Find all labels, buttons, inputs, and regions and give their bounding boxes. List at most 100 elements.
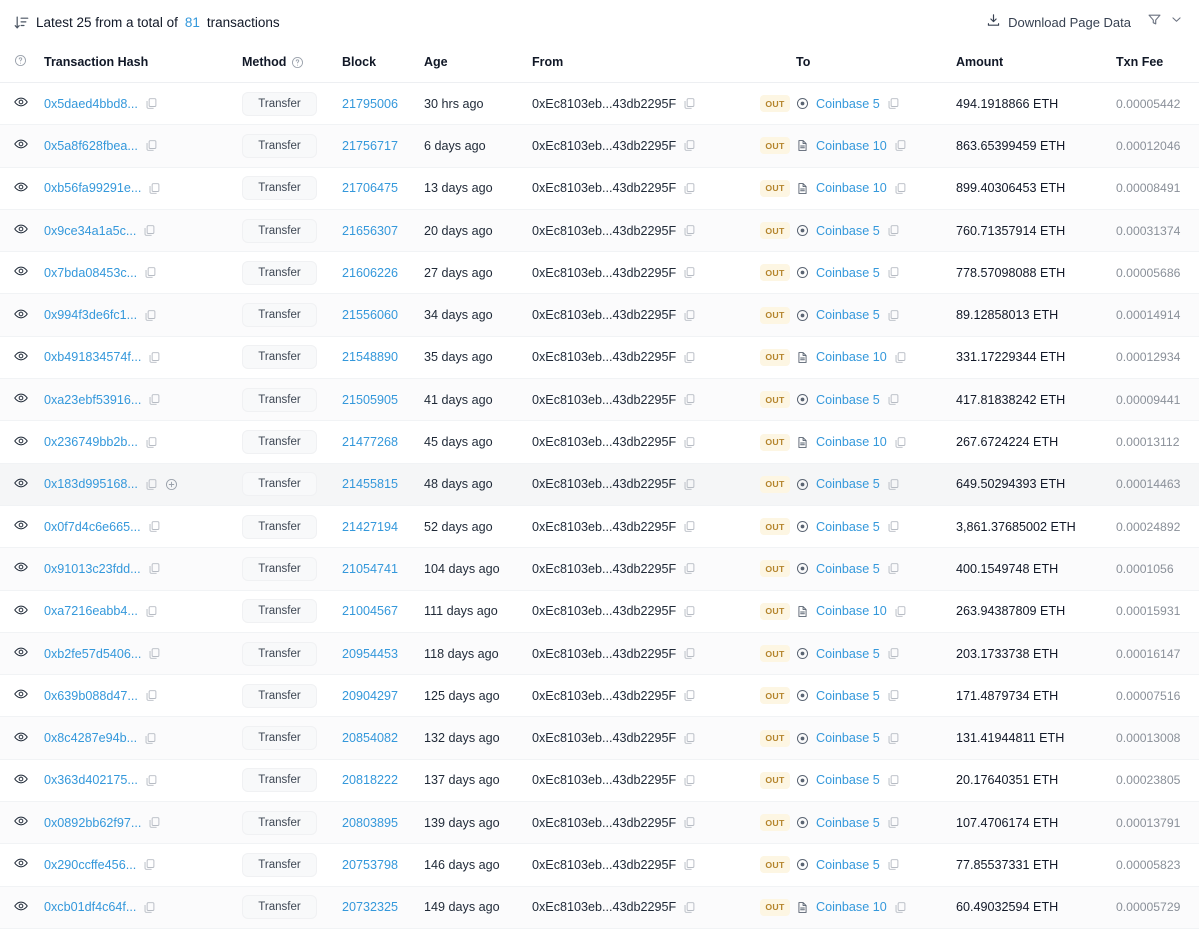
eye-icon[interactable] bbox=[14, 560, 28, 574]
copy-icon[interactable] bbox=[683, 520, 696, 533]
block-number-link[interactable]: 20803895 bbox=[342, 816, 398, 830]
transaction-hash-link[interactable]: 0x0f7d4c6e665... bbox=[44, 520, 141, 534]
eye-icon[interactable] bbox=[14, 349, 28, 363]
table-row[interactable]: 0x639b088d47...Transfer20904297125 days … bbox=[0, 675, 1199, 717]
from-address[interactable]: 0xEc8103eb...43db2295F bbox=[532, 139, 676, 153]
to-address-link[interactable]: Coinbase 5 bbox=[816, 773, 880, 787]
table-row[interactable]: 0x9ce34a1a5c...Transfer2165630720 days a… bbox=[0, 209, 1199, 251]
copy-icon[interactable] bbox=[683, 774, 696, 787]
from-address[interactable]: 0xEc8103eb...43db2295F bbox=[532, 350, 676, 364]
from-address[interactable]: 0xEc8103eb...43db2295F bbox=[532, 224, 676, 238]
transaction-hash-link[interactable]: 0xcb01df4c64f... bbox=[44, 900, 136, 914]
filter-dropdown[interactable] bbox=[1147, 12, 1183, 32]
transaction-hash-link[interactable]: 0x183d995168... bbox=[44, 477, 138, 491]
table-row[interactable]: 0x8c4287e94b...Transfer20854082132 days … bbox=[0, 717, 1199, 759]
transaction-hash-link[interactable]: 0xb2fe57d5406... bbox=[44, 647, 141, 661]
copy-icon[interactable] bbox=[894, 605, 907, 618]
transaction-hash-link[interactable]: 0x639b088d47... bbox=[44, 689, 138, 703]
block-number-link[interactable]: 20753798 bbox=[342, 858, 398, 872]
copy-icon[interactable] bbox=[144, 266, 157, 279]
column-header-amount[interactable]: Amount bbox=[950, 44, 1110, 83]
table-row[interactable]: 0x363d402175...Transfer20818222137 days … bbox=[0, 759, 1199, 801]
transaction-hash-link[interactable]: 0xa23ebf53916... bbox=[44, 393, 141, 407]
copy-icon[interactable] bbox=[887, 647, 900, 660]
table-row[interactable]: 0xcb01df4c64f...Transfer20732325149 days… bbox=[0, 886, 1199, 928]
copy-icon[interactable] bbox=[148, 816, 161, 829]
transaction-hash-link[interactable]: 0x7bda08453c... bbox=[44, 266, 137, 280]
block-number-link[interactable]: 20954453 bbox=[342, 647, 398, 661]
method-badge[interactable]: Transfer bbox=[242, 642, 317, 666]
table-row[interactable]: 0x7bda08453c...Transfer2160622627 days a… bbox=[0, 252, 1199, 294]
from-address[interactable]: 0xEc8103eb...43db2295F bbox=[532, 816, 676, 830]
block-number-link[interactable]: 21054741 bbox=[342, 562, 398, 576]
to-address-link[interactable]: Coinbase 10 bbox=[816, 350, 887, 364]
column-header-method[interactable]: Method bbox=[236, 44, 336, 83]
eye-icon[interactable] bbox=[14, 307, 28, 321]
copy-icon[interactable] bbox=[683, 266, 696, 279]
from-address[interactable]: 0xEc8103eb...43db2295F bbox=[532, 900, 676, 914]
transaction-hash-link[interactable]: 0x290ccffe456... bbox=[44, 858, 136, 872]
block-number-link[interactable]: 21556060 bbox=[342, 308, 398, 322]
copy-icon[interactable] bbox=[145, 774, 158, 787]
eye-icon[interactable] bbox=[14, 391, 28, 405]
eye-icon[interactable] bbox=[14, 730, 28, 744]
eye-icon[interactable] bbox=[14, 95, 28, 109]
copy-icon[interactable] bbox=[143, 224, 156, 237]
copy-icon[interactable] bbox=[148, 351, 161, 364]
eye-icon[interactable] bbox=[14, 772, 28, 786]
table-row[interactable]: 0x183d995168...Transfer2145581548 days a… bbox=[0, 463, 1199, 505]
to-address-link[interactable]: Coinbase 5 bbox=[816, 731, 880, 745]
to-address-link[interactable]: Coinbase 5 bbox=[816, 393, 880, 407]
copy-icon[interactable] bbox=[143, 901, 156, 914]
table-row[interactable]: 0xb2fe57d5406...Transfer20954453118 days… bbox=[0, 632, 1199, 674]
copy-icon[interactable] bbox=[683, 139, 696, 152]
copy-icon[interactable] bbox=[683, 97, 696, 110]
eye-icon[interactable] bbox=[14, 137, 28, 151]
copy-icon[interactable] bbox=[887, 266, 900, 279]
eye-icon[interactable] bbox=[14, 434, 28, 448]
transaction-hash-link[interactable]: 0x5a8f628fbea... bbox=[44, 139, 138, 153]
table-row[interactable]: 0xa23ebf53916...Transfer2150590541 days … bbox=[0, 379, 1199, 421]
copy-icon[interactable] bbox=[894, 436, 907, 449]
block-number-link[interactable]: 21455815 bbox=[342, 477, 398, 491]
to-address-link[interactable]: Coinbase 5 bbox=[816, 308, 880, 322]
copy-icon[interactable] bbox=[145, 436, 158, 449]
table-row[interactable]: 0xb56fa99291e...Transfer2170647513 days … bbox=[0, 167, 1199, 209]
to-address-link[interactable]: Coinbase 5 bbox=[816, 477, 880, 491]
to-address-link[interactable]: Coinbase 5 bbox=[816, 224, 880, 238]
copy-icon[interactable] bbox=[683, 393, 696, 406]
to-address-link[interactable]: Coinbase 5 bbox=[816, 816, 880, 830]
block-number-link[interactable]: 21756717 bbox=[342, 139, 398, 153]
copy-icon[interactable] bbox=[143, 858, 156, 871]
from-address[interactable]: 0xEc8103eb...43db2295F bbox=[532, 181, 676, 195]
copy-icon[interactable] bbox=[887, 732, 900, 745]
block-number-link[interactable]: 20904297 bbox=[342, 689, 398, 703]
copy-icon[interactable] bbox=[887, 689, 900, 702]
method-badge[interactable]: Transfer bbox=[242, 430, 317, 454]
method-badge[interactable]: Transfer bbox=[242, 388, 317, 412]
method-badge[interactable]: Transfer bbox=[242, 768, 317, 792]
copy-icon[interactable] bbox=[148, 520, 161, 533]
copy-icon[interactable] bbox=[683, 816, 696, 829]
block-number-link[interactable]: 21656307 bbox=[342, 224, 398, 238]
transaction-hash-link[interactable]: 0x363d402175... bbox=[44, 773, 138, 787]
copy-icon[interactable] bbox=[887, 309, 900, 322]
block-number-link[interactable]: 20818222 bbox=[342, 773, 398, 787]
from-address[interactable]: 0xEc8103eb...43db2295F bbox=[532, 858, 676, 872]
method-badge[interactable]: Transfer bbox=[242, 176, 317, 200]
transaction-hash-link[interactable]: 0x91013c23fdd... bbox=[44, 562, 141, 576]
to-address-link[interactable]: Coinbase 5 bbox=[816, 647, 880, 661]
eye-icon[interactable] bbox=[14, 603, 28, 617]
total-transactions-link[interactable]: 81 bbox=[185, 15, 200, 30]
copy-icon[interactable] bbox=[145, 478, 158, 491]
copy-icon[interactable] bbox=[683, 858, 696, 871]
eye-icon[interactable] bbox=[14, 476, 28, 490]
column-header-block[interactable]: Block bbox=[336, 44, 418, 83]
copy-icon[interactable] bbox=[894, 351, 907, 364]
copy-icon[interactable] bbox=[683, 732, 696, 745]
transaction-hash-link[interactable]: 0xb56fa99291e... bbox=[44, 181, 141, 195]
table-row[interactable]: 0x0892bb62f97...Transfer20803895139 days… bbox=[0, 802, 1199, 844]
copy-icon[interactable] bbox=[148, 647, 161, 660]
to-address-link[interactable]: Coinbase 5 bbox=[816, 520, 880, 534]
copy-icon[interactable] bbox=[683, 182, 696, 195]
